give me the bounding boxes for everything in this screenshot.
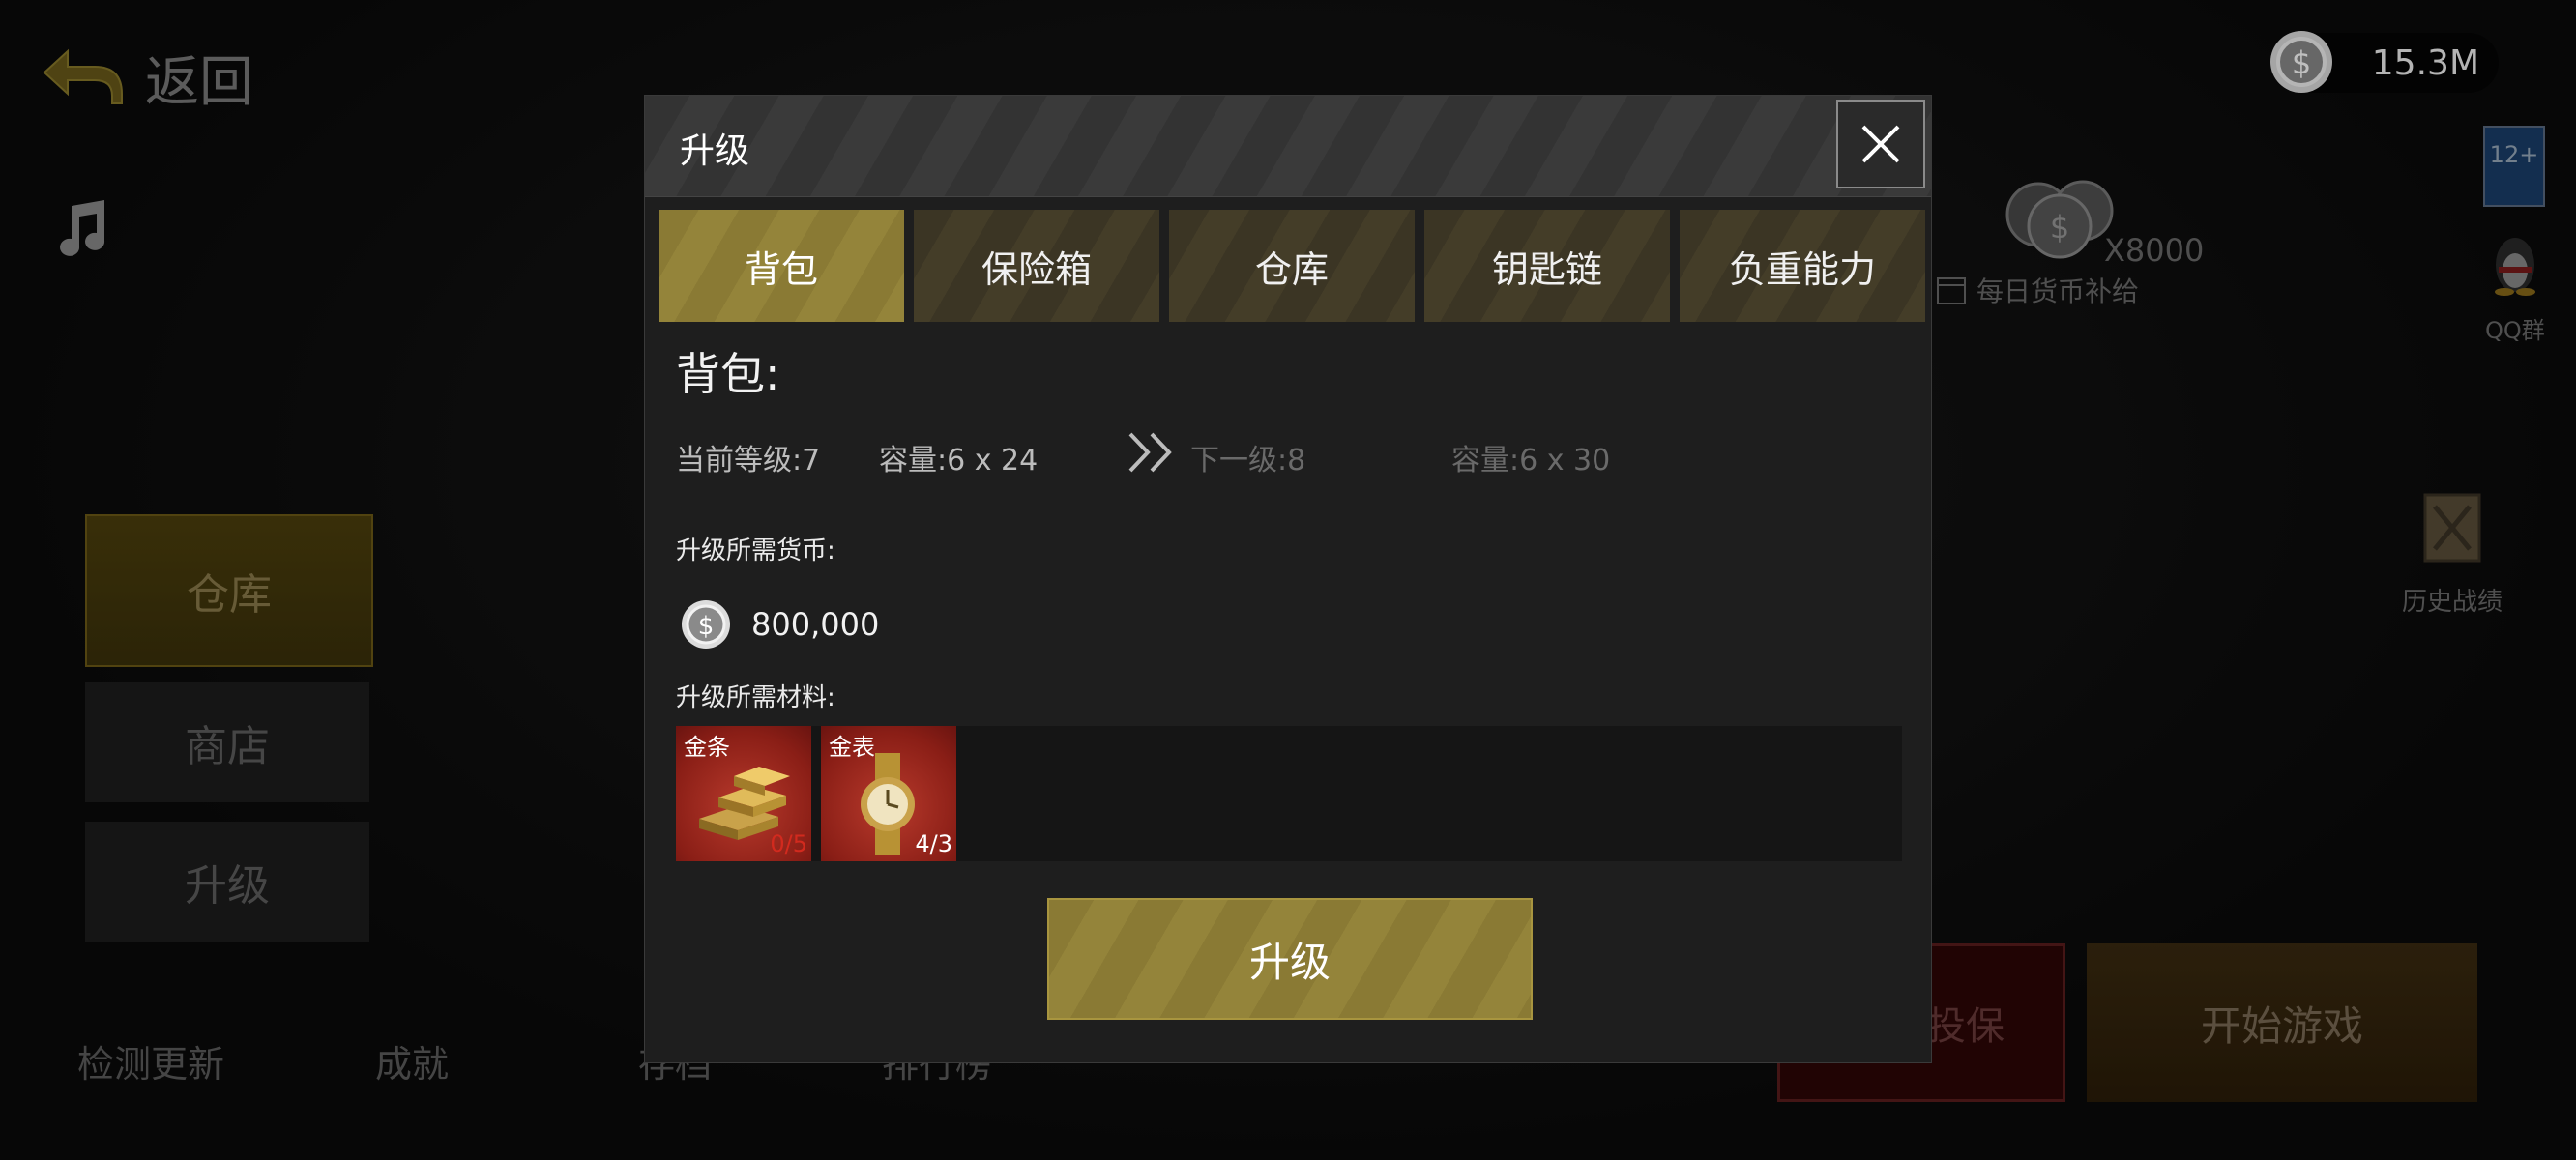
tab-safe[interactable]: 保险箱 [914, 210, 1159, 322]
next-level: 下一级:8 [1190, 444, 1306, 478]
double-chevron-right-icon [1128, 432, 1172, 473]
close-icon [1861, 125, 1900, 163]
current-capacity: 容量:6 x 24 [879, 444, 1039, 478]
tab-keychain[interactable]: 钥匙链 [1424, 210, 1670, 322]
required-currency: $ 800,000 [680, 598, 879, 651]
svg-text:$: $ [698, 612, 715, 641]
next-capacity: 容量:6 x 30 [1451, 444, 1611, 478]
upgrade-button-label: 升级 [1248, 938, 1331, 986]
upgrade-dialog: 升级 背包 保险箱 仓库 钥匙链 负重能力 背包: 当前等级:7 容量:6 x … [644, 95, 1932, 1063]
material-name: 金表 [829, 734, 875, 761]
close-button[interactable] [1836, 100, 1925, 188]
tab-warehouse[interactable]: 仓库 [1169, 210, 1415, 322]
material-gold-bar[interactable]: 金条 0/5 [676, 726, 811, 861]
materials-label: 升级所需材料: [676, 683, 835, 712]
material-count: 4/3 [915, 830, 952, 857]
currency-label: 升级所需货币: [676, 536, 835, 566]
tab-carry-capacity[interactable]: 负重能力 [1680, 210, 1925, 322]
tab-backpack[interactable]: 背包 [659, 210, 904, 322]
coin-icon: $ [682, 600, 730, 649]
material-gold-watch[interactable]: 金表 4/3 [821, 726, 956, 861]
dialog-title: 升级 [680, 131, 750, 171]
currency-value: 800,000 [751, 606, 880, 643]
materials-list: 金条 0/5 金表 4/3 [676, 726, 1902, 861]
material-name: 金条 [684, 734, 730, 761]
current-level: 当前等级:7 [676, 444, 821, 478]
upgrade-button[interactable]: 升级 [1047, 898, 1533, 1020]
material-count: 0/5 [770, 830, 807, 857]
section-title: 背包: [676, 348, 780, 400]
upgrade-tabs: 背包 保险箱 仓库 钥匙链 负重能力 [659, 210, 1925, 322]
dialog-header: 升级 [645, 96, 1931, 197]
